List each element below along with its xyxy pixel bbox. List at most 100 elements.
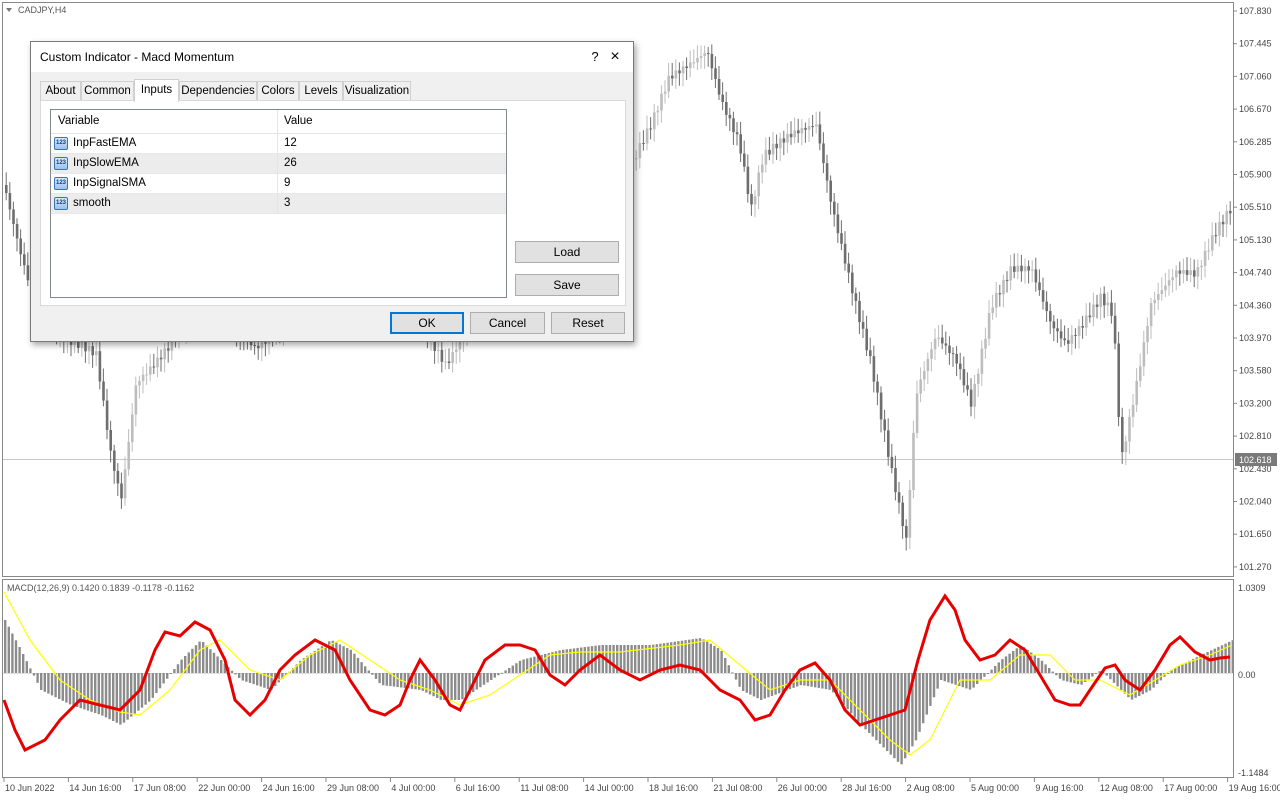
inputs-panel: Variable Value 123 InpFastEMA 12 123 Inp… <box>40 100 626 306</box>
reset-button[interactable]: Reset <box>551 312 625 334</box>
candle-body <box>1059 331 1063 339</box>
histogram-bar <box>65 673 68 703</box>
histogram-bar <box>907 673 910 753</box>
cell-divider <box>277 134 278 154</box>
candle-body <box>851 272 854 294</box>
candle-body <box>98 351 102 382</box>
candle-body <box>901 502 904 527</box>
tab-levels[interactable]: Levels <box>299 81 343 100</box>
histogram-bar <box>756 673 759 699</box>
candle-body <box>739 134 742 154</box>
histogram-bar <box>490 673 493 680</box>
candle-body <box>1031 269 1034 271</box>
save-button[interactable]: Save <box>515 274 619 296</box>
histogram-bar <box>122 673 126 723</box>
candle-body <box>444 361 447 363</box>
candle-body <box>1067 340 1070 344</box>
column-header-variable[interactable]: Variable <box>58 115 99 127</box>
grid-row-inpsignalsma[interactable]: 123 InpSignalSMA 9 <box>51 174 506 194</box>
histogram-bar <box>673 641 676 673</box>
candle-body <box>12 209 15 224</box>
candle-body <box>1157 294 1160 301</box>
grid-row-inpslowema[interactable]: 123 InpSlowEMA 26 <box>51 154 506 174</box>
candle-body <box>930 349 933 359</box>
candle-body <box>750 194 753 205</box>
candle-body <box>908 490 912 538</box>
tab-dependencies[interactable]: Dependencies <box>179 81 257 100</box>
time-label: 17 Jun 08:00 <box>134 783 186 793</box>
histogram-bar <box>151 673 154 698</box>
row-value[interactable]: 12 <box>284 137 297 149</box>
tab-common[interactable]: Common <box>81 81 134 100</box>
histogram-bar <box>936 673 939 689</box>
histogram-bar <box>457 673 460 700</box>
ok-button[interactable]: OK <box>390 312 464 334</box>
candle-body <box>1013 266 1016 272</box>
grid-row-inpfastema[interactable]: 123 InpFastEMA 12 <box>51 134 506 154</box>
close-icon[interactable]: × <box>597 42 633 72</box>
histogram-bar <box>515 663 518 673</box>
candle-body <box>1027 266 1030 271</box>
candle-body <box>1207 250 1210 252</box>
candle-body <box>1175 270 1178 278</box>
candle-body <box>1034 269 1038 283</box>
candle-body <box>15 223 19 239</box>
histogram-bar <box>198 641 201 673</box>
load-button[interactable]: Load <box>515 241 619 263</box>
histogram-bar <box>630 645 633 673</box>
candle-body <box>1117 343 1120 417</box>
row-value[interactable]: 26 <box>284 157 297 169</box>
histogram-bar <box>317 648 320 673</box>
histogram-bar <box>497 673 500 676</box>
histogram-bar <box>54 673 57 698</box>
histogram-bar <box>976 673 979 684</box>
tab-visualization[interactable]: Visualization <box>343 81 411 100</box>
time-label: 14 Jul 00:00 <box>585 783 634 793</box>
grid-row-smooth[interactable]: 123 smooth 3 <box>51 194 506 214</box>
row-value[interactable]: 3 <box>284 197 290 209</box>
candle-body <box>757 172 760 197</box>
histogram-bar <box>626 645 630 673</box>
candle-body <box>941 337 944 344</box>
candle-body <box>253 345 256 347</box>
histogram-bar <box>245 673 248 682</box>
candle-body <box>933 338 937 350</box>
tab-about[interactable]: About <box>40 81 81 100</box>
histogram-bar <box>313 650 316 673</box>
time-label: 2 Aug 08:00 <box>907 783 955 793</box>
candle-body <box>1077 326 1081 336</box>
candle-body <box>671 75 674 79</box>
candle-body <box>768 149 771 155</box>
cancel-button[interactable]: Cancel <box>470 312 545 334</box>
candle-body <box>167 348 170 351</box>
histogram-bar <box>745 673 748 693</box>
histogram-bar <box>994 666 997 673</box>
tab-inputs[interactable]: Inputs <box>134 79 179 102</box>
time-label: 4 Jul 00:00 <box>391 783 435 793</box>
column-header-value[interactable]: Value <box>284 115 313 127</box>
histogram-bar <box>90 673 93 712</box>
candle-body <box>1124 441 1128 453</box>
column-divider[interactable] <box>277 110 278 133</box>
histogram-bar <box>922 673 925 724</box>
candle-body <box>138 381 141 386</box>
histogram-bar <box>925 673 928 715</box>
histogram-bar <box>479 673 482 688</box>
integer-type-icon: 123 <box>54 137 68 150</box>
candle-body <box>260 342 264 349</box>
candle-body <box>793 130 796 138</box>
candle-body <box>829 180 832 202</box>
candle-body <box>1203 250 1207 266</box>
histogram-bar <box>850 673 853 714</box>
histogram-bar <box>259 673 262 687</box>
histogram-bar <box>115 673 118 723</box>
histogram-bar <box>727 665 730 673</box>
histogram-bar <box>1019 645 1022 673</box>
price-label: 103.200 <box>1239 398 1272 408</box>
dialog-titlebar[interactable]: Custom Indicator - Macd Momentum ? × <box>31 42 633 72</box>
indicator-axis-top: 1.0309 <box>1238 583 1266 593</box>
tab-colors[interactable]: Colors <box>257 81 299 100</box>
row-value[interactable]: 9 <box>284 177 290 189</box>
histogram-bar <box>713 645 716 673</box>
histogram-bar <box>194 645 198 673</box>
